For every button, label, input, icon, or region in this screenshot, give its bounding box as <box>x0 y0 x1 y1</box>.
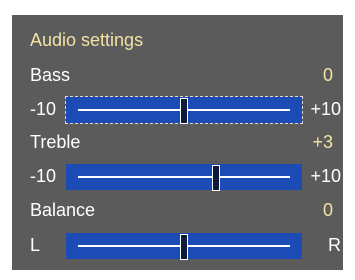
balance-label: Balance <box>30 200 96 220</box>
treble-value: +3 <box>312 132 333 152</box>
bass-value: 0 <box>322 65 333 85</box>
treble-label: Treble <box>30 132 81 152</box>
balance-right-label: R <box>328 235 341 255</box>
treble-slider-thumb[interactable] <box>211 165 220 191</box>
treble-min-label: -10 <box>30 166 57 186</box>
audio-settings-panel: Audio settings Bass 0 -10 +10 Treble +3 … <box>12 15 343 270</box>
treble-slider-track <box>78 176 290 178</box>
bass-label: Bass <box>30 65 71 85</box>
treble-max-label: +10 <box>310 166 341 186</box>
bass-slider[interactable] <box>65 96 303 124</box>
panel-title: Audio settings <box>30 30 144 50</box>
balance-slider[interactable] <box>66 233 302 260</box>
treble-slider[interactable] <box>66 164 302 191</box>
bass-min-label: -10 <box>30 99 57 119</box>
balance-left-label: L <box>30 235 41 255</box>
bass-max-label: +10 <box>310 99 341 119</box>
balance-value: 0 <box>322 200 333 220</box>
balance-slider-thumb[interactable] <box>180 234 188 260</box>
bass-slider-thumb[interactable] <box>180 98 188 124</box>
